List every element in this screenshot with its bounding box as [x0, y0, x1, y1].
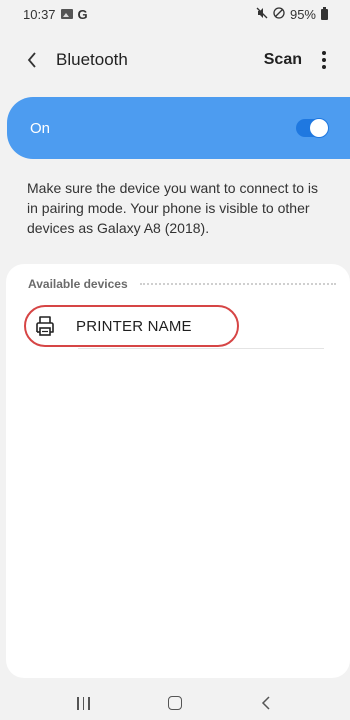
recent-apps-icon	[77, 696, 90, 710]
highlight-ring	[24, 305, 239, 347]
page-title: Bluetooth	[56, 50, 128, 69]
battery-percent: 95%	[289, 6, 316, 22]
section-divider	[139, 283, 336, 285]
no-disturb-icon	[273, 6, 285, 22]
google-icon: G	[77, 6, 88, 22]
nav-back-button[interactable]	[246, 689, 286, 717]
more-dot-icon	[322, 65, 326, 69]
switch-knob	[309, 118, 329, 138]
recent-apps-button[interactable]	[64, 689, 104, 717]
back-arrow-icon	[262, 696, 270, 710]
available-devices-card: Available devices PRINTER NAME	[6, 264, 350, 678]
pairing-description: Make sure the device you want to connect…	[27, 180, 319, 236]
scan-button[interactable]: Scan	[264, 51, 302, 69]
bluetooth-switch[interactable]	[296, 118, 329, 138]
gallery-icon	[60, 9, 73, 19]
more-dot-icon	[322, 58, 326, 62]
more-options-button[interactable]	[316, 51, 332, 69]
navigation-bar	[0, 686, 350, 720]
toggle-label: On	[30, 119, 51, 137]
status-bar: 10:37 G 95%	[0, 0, 350, 28]
home-icon	[167, 696, 182, 710]
status-left: 10:37 G	[23, 7, 88, 22]
device-item-printer[interactable]: PRINTER NAME	[24, 303, 324, 349]
bluetooth-toggle-row[interactable]: On	[7, 97, 350, 159]
more-dot-icon	[322, 51, 326, 55]
mute-icon	[256, 7, 268, 22]
row-divider	[78, 348, 324, 349]
home-button[interactable]	[155, 689, 195, 717]
chevron-left-icon	[27, 52, 36, 68]
available-devices-header: Available devices	[28, 277, 336, 291]
back-button[interactable]	[22, 48, 42, 72]
section-title: Available devices	[28, 277, 128, 291]
battery-icon	[321, 6, 328, 20]
status-right: 95%	[256, 6, 328, 22]
app-bar: Bluetooth Scan	[0, 38, 350, 82]
status-time: 10:37	[23, 6, 56, 22]
